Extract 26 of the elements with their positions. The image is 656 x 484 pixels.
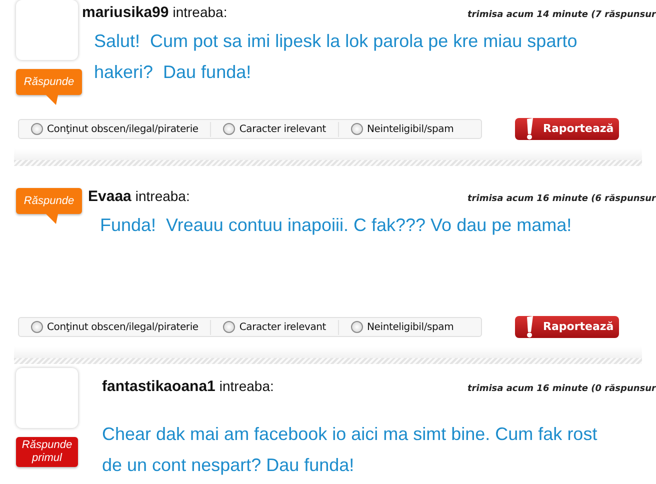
asks-label: intreaba: bbox=[172, 3, 228, 22]
speech-tail-icon bbox=[46, 214, 58, 224]
radio-button[interactable] bbox=[351, 123, 364, 135]
radio-button[interactable] bbox=[31, 321, 43, 333]
radio-button[interactable] bbox=[351, 321, 364, 333]
option-label: Conţinut obscen/ilegal/piraterie bbox=[47, 320, 198, 334]
option-label: Conţinut obscen/ilegal/piraterie bbox=[47, 122, 198, 136]
asks-label: intreaba: bbox=[135, 187, 190, 206]
option-label: Neinteligibil/spam bbox=[367, 320, 454, 334]
option-label: Caracter irelevant bbox=[239, 122, 326, 136]
speech-tail-icon bbox=[46, 95, 58, 105]
radio-button[interactable] bbox=[31, 123, 43, 135]
question-text: Chear dak mai am facebook io aici ma simt bine. Cum fak rost de un cont nespart? Dau funda! bbox=[102, 422, 598, 477]
option-label: Caracter irelevant bbox=[239, 320, 326, 334]
username[interactable]: Evaaa bbox=[88, 186, 132, 208]
question-text: Funda! Vreauu contuu inapoiii. C fak??? Vo dau pe mama! bbox=[100, 214, 573, 237]
asks-label: intreaba: bbox=[219, 377, 274, 396]
question-text: Salut! Cum pot sa imi lipesk la lok parola pe kre miau sparto hakeri? Dau funda! bbox=[94, 30, 578, 84]
option-label: Neinteligibil/spam bbox=[367, 122, 454, 136]
username[interactable]: mariusika99 bbox=[82, 2, 169, 24]
radio-button[interactable] bbox=[223, 123, 236, 135]
report-button[interactable]: Raportează bbox=[515, 118, 619, 140]
radio-button[interactable] bbox=[223, 321, 236, 333]
report-button[interactable]: Raportează bbox=[515, 316, 619, 338]
answer-button[interactable]: Răspunde primul bbox=[16, 437, 78, 467]
username[interactable]: fantastikaoana1 bbox=[102, 376, 216, 398]
